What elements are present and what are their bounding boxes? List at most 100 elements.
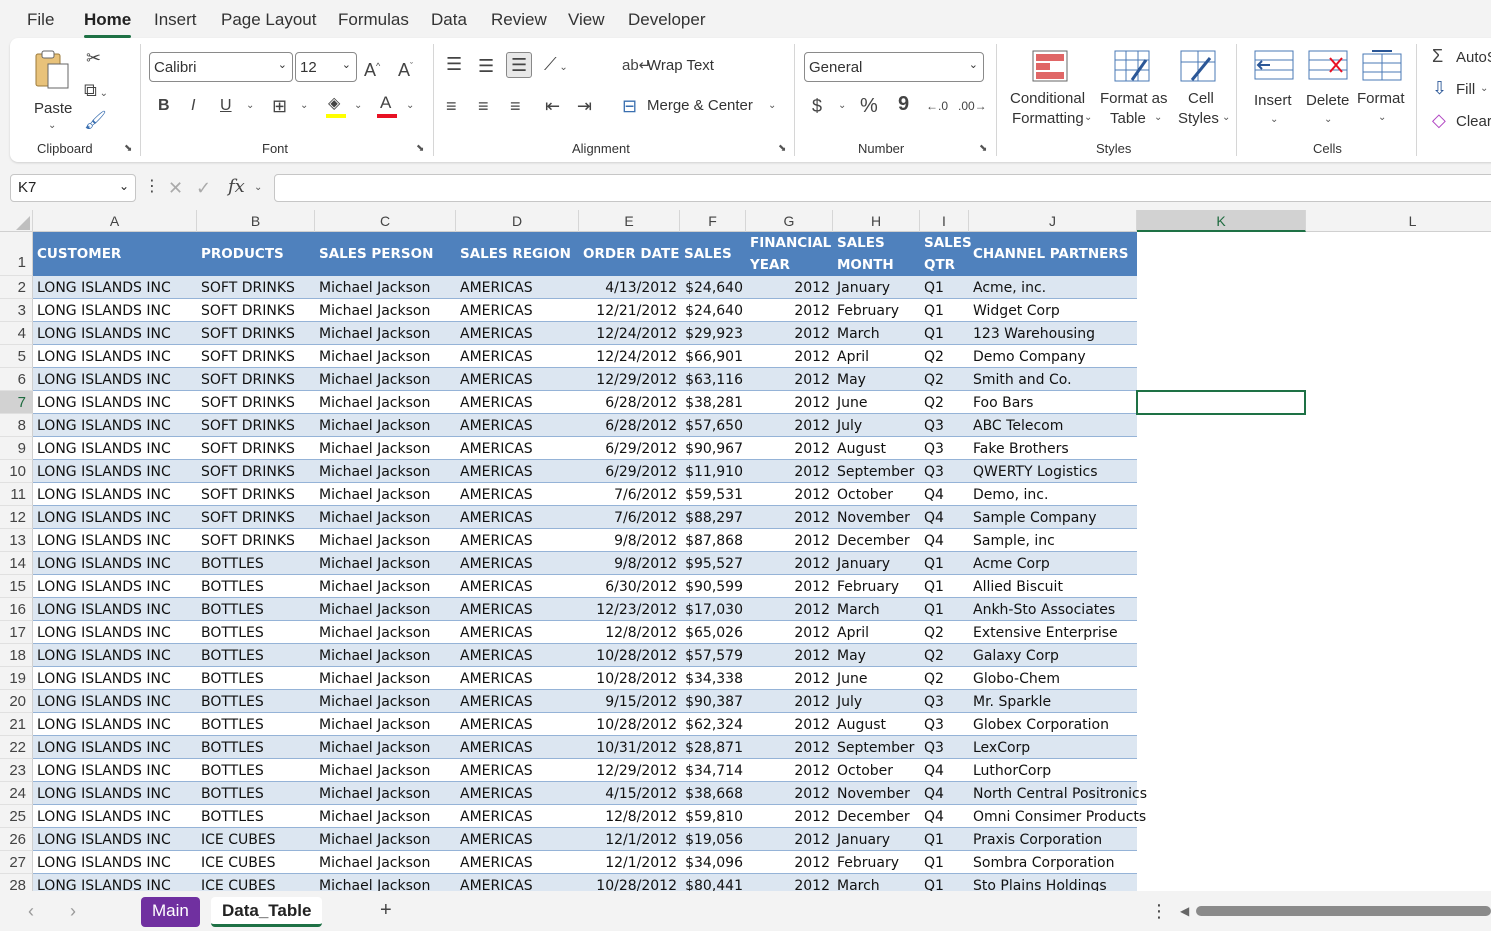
- row-header[interactable]: 13: [0, 529, 33, 552]
- table-cell[interactable]: 123 Warehousing: [969, 322, 1095, 345]
- table-cell[interactable]: 2012: [746, 874, 833, 891]
- table-cell[interactable]: LONG ISLANDS INC: [33, 874, 171, 891]
- table-cell[interactable]: Q4: [920, 483, 944, 506]
- table-cell[interactable]: March: [833, 874, 880, 891]
- more-options-icon[interactable]: ⋮: [144, 177, 160, 197]
- table-cell[interactable]: October: [833, 483, 893, 506]
- table-cell[interactable]: North Central Positronics: [969, 782, 1147, 805]
- chevron-down-icon[interactable]: ⌄: [406, 100, 414, 111]
- align-right-icon[interactable]: ≡: [510, 96, 521, 116]
- table-cell[interactable]: Michael Jackson: [315, 575, 430, 598]
- orientation-icon[interactable]: ⟋ ⌄: [544, 54, 568, 78]
- font-name-select[interactable]: Calibri ⌄: [149, 52, 293, 82]
- horizontal-scrollbar[interactable]: [1196, 906, 1491, 916]
- sheet-tab-main[interactable]: Main: [141, 897, 200, 927]
- table-cell[interactable]: Michael Jackson: [315, 736, 430, 759]
- table-cell[interactable]: January: [833, 828, 890, 851]
- table-cell[interactable]: Q1: [920, 299, 944, 322]
- table-cell[interactable]: SOFT DRINKS: [197, 299, 295, 322]
- table-cell[interactable]: March: [833, 322, 880, 345]
- table-cell[interactable]: LONG ISLANDS INC: [33, 644, 171, 667]
- table-cell[interactable]: 2012: [746, 391, 833, 414]
- table-cell[interactable]: February: [833, 851, 899, 874]
- table-cell[interactable]: Q3: [920, 414, 944, 437]
- decrease-decimal-icon[interactable]: .00→: [958, 96, 987, 116]
- table-cell[interactable]: Q1: [920, 276, 944, 299]
- table-cell[interactable]: Michael Jackson: [315, 437, 430, 460]
- table-cell[interactable]: Sto Plains Holdings: [969, 874, 1107, 891]
- table-cell[interactable]: LONG ISLANDS INC: [33, 690, 171, 713]
- table-cell[interactable]: Michael Jackson: [315, 690, 430, 713]
- row-header[interactable]: 25: [0, 805, 33, 828]
- row-header[interactable]: 15: [0, 575, 33, 598]
- italic-button[interactable]: I: [191, 96, 195, 116]
- font-size-select[interactable]: 12 ⌄: [295, 52, 357, 82]
- table-cell[interactable]: AMERICAS: [456, 460, 533, 483]
- table-cell[interactable]: January: [833, 552, 890, 575]
- comma-style-button[interactable]: 9: [898, 94, 909, 114]
- increase-font-icon[interactable]: A^: [364, 56, 380, 80]
- table-cell[interactable]: $57,650: [680, 414, 746, 437]
- table-cell[interactable]: 2012: [746, 368, 833, 391]
- table-cell[interactable]: 2012: [746, 483, 833, 506]
- table-cell[interactable]: AMERICAS: [456, 805, 533, 828]
- menu-tab-view[interactable]: View: [568, 10, 605, 30]
- table-cell[interactable]: LONG ISLANDS INC: [33, 345, 171, 368]
- align-bottom-icon[interactable]: ☰: [506, 52, 533, 78]
- table-cell[interactable]: LONG ISLANDS INC: [33, 782, 171, 805]
- menu-tab-file[interactable]: File: [27, 10, 54, 30]
- table-cell[interactable]: SOFT DRINKS: [197, 483, 295, 506]
- chevron-down-icon[interactable]: ⌄: [354, 100, 362, 111]
- table-cell[interactable]: Michael Jackson: [315, 368, 430, 391]
- table-cell[interactable]: BOTTLES: [197, 736, 264, 759]
- row-header[interactable]: 20: [0, 690, 33, 713]
- table-cell[interactable]: 12/1/2012: [579, 828, 680, 851]
- table-cell[interactable]: 2012: [746, 552, 833, 575]
- table-cell[interactable]: 2012: [746, 690, 833, 713]
- table-cell[interactable]: AMERICAS: [456, 667, 533, 690]
- column-title[interactable]: SALES REGION: [460, 243, 571, 265]
- column-title[interactable]: SALES: [684, 243, 732, 265]
- underline-button[interactable]: U: [220, 96, 232, 116]
- row-header[interactable]: 6: [0, 368, 33, 391]
- row-header[interactable]: 18: [0, 644, 33, 667]
- table-cell[interactable]: Michael Jackson: [315, 552, 430, 575]
- table-cell[interactable]: LONG ISLANDS INC: [33, 828, 171, 851]
- column-header-j[interactable]: J: [969, 210, 1137, 232]
- table-cell[interactable]: Michael Jackson: [315, 322, 430, 345]
- table-cell[interactable]: $62,324: [680, 713, 746, 736]
- table-cell[interactable]: $90,599: [680, 575, 746, 598]
- table-cell[interactable]: 12/24/2012: [579, 322, 680, 345]
- table-cell[interactable]: Q1: [920, 552, 944, 575]
- table-cell[interactable]: Acme Corp: [969, 552, 1050, 575]
- column-title[interactable]: SALES QTR: [924, 232, 972, 276]
- table-cell[interactable]: $24,640: [680, 299, 746, 322]
- table-cell[interactable]: Q4: [920, 529, 944, 552]
- table-cell[interactable]: Q2: [920, 368, 944, 391]
- row-header[interactable]: 8: [0, 414, 33, 437]
- borders-icon[interactable]: ⊞: [272, 96, 287, 116]
- add-sheet-button[interactable]: +: [380, 900, 392, 920]
- table-cell[interactable]: AMERICAS: [456, 506, 533, 529]
- table-cell[interactable]: 12/21/2012: [579, 299, 680, 322]
- table-cell[interactable]: BOTTLES: [197, 690, 264, 713]
- table-cell[interactable]: $38,281: [680, 391, 746, 414]
- table-cell[interactable]: AMERICAS: [456, 690, 533, 713]
- table-cell[interactable]: May: [833, 644, 866, 667]
- merge-center-button[interactable]: ⊟ Merge & Center ⌄: [622, 96, 782, 118]
- table-cell[interactable]: 2012: [746, 437, 833, 460]
- table-cell[interactable]: SOFT DRINKS: [197, 391, 295, 414]
- table-cell[interactable]: Omni Consimer Products: [969, 805, 1146, 828]
- table-cell[interactable]: Demo Company: [969, 345, 1086, 368]
- table-cell[interactable]: Q2: [920, 391, 944, 414]
- table-cell[interactable]: April: [833, 345, 869, 368]
- percent-button[interactable]: %: [860, 96, 878, 116]
- formula-input[interactable]: [274, 174, 1491, 202]
- table-cell[interactable]: QWERTY Logistics: [969, 460, 1098, 483]
- table-cell[interactable]: 2012: [746, 299, 833, 322]
- table-cell[interactable]: LONG ISLANDS INC: [33, 851, 171, 874]
- table-cell[interactable]: ICE CUBES: [197, 874, 276, 891]
- table-cell[interactable]: 2012: [746, 736, 833, 759]
- table-cell[interactable]: Michael Jackson: [315, 782, 430, 805]
- table-cell[interactable]: 2012: [746, 828, 833, 851]
